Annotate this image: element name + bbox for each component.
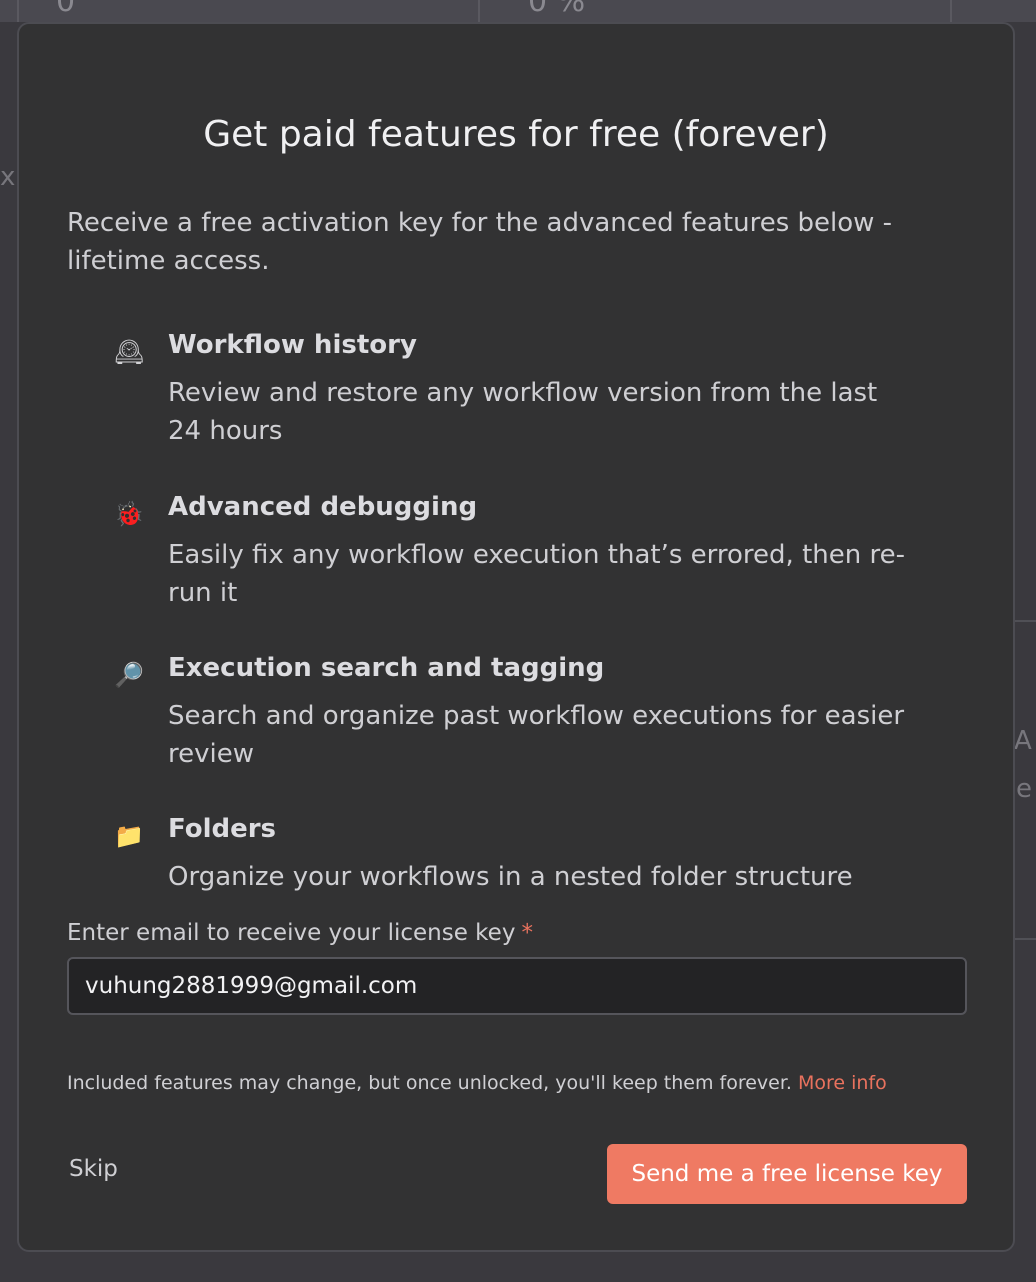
feature-description: Easily fix any workflow execution that’s… — [168, 540, 905, 608]
email-label-text: Enter email to receive your license key — [67, 920, 516, 946]
modal-intro: Receive a free activation key for the ad… — [67, 208, 893, 276]
feature-title: Folders — [168, 814, 277, 844]
background-divider — [950, 0, 952, 22]
background-stat-value: 0 — [56, 0, 76, 19]
disclaimer: Included features may change, but once u… — [67, 1072, 887, 1094]
folder-icon: 📁 — [114, 822, 144, 850]
feature-description: Search and organize past workflow execut… — [168, 701, 905, 769]
background-right-text: A — [1014, 726, 1032, 756]
feature-title: Advanced debugging — [168, 492, 478, 522]
ladybug-icon: 🐞 — [114, 500, 144, 528]
background-stat-value: 0 % — [528, 0, 586, 19]
disclaimer-text: Included features may change, but once u… — [67, 1072, 792, 1094]
background-left-text: x — [0, 162, 16, 192]
background-stats-strip — [0, 0, 1036, 22]
email-label: Enter email to receive your license key * — [67, 920, 533, 946]
send-license-key-button[interactable]: Send me a free license key — [607, 1144, 967, 1204]
feature-description: Review and restore any workflow version … — [168, 378, 878, 446]
skip-button[interactable]: Skip — [69, 1156, 118, 1182]
feature-title: Workflow history — [168, 330, 417, 360]
license-key-modal: Get paid features for free (forever) Rec… — [17, 22, 1015, 1252]
feature-title: Execution search and tagging — [168, 653, 605, 683]
feature-description: Organize your workflows in a nested fold… — [168, 862, 853, 892]
clock-icon: 🕰 — [113, 338, 145, 366]
modal-title: Get paid features for free (forever) — [203, 114, 829, 155]
magnifier-icon: 🔎 — [114, 661, 144, 689]
required-marker: * — [521, 920, 533, 946]
background-divider — [17, 0, 19, 22]
background-right-text: e — [1016, 774, 1032, 804]
more-info-link[interactable]: More info — [798, 1072, 887, 1094]
background-divider — [478, 0, 480, 22]
email-input[interactable] — [67, 957, 967, 1015]
